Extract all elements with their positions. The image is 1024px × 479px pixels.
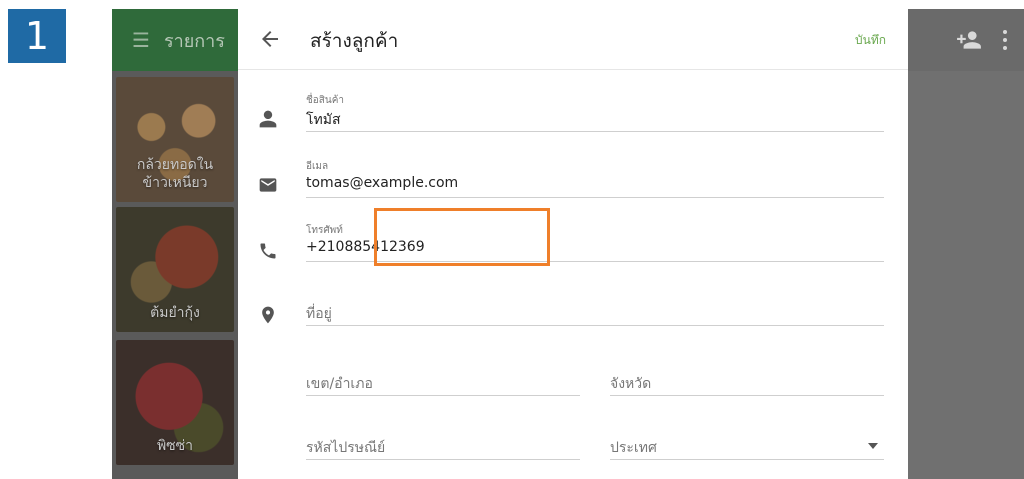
name-value[interactable]: โทมัส bbox=[306, 109, 341, 131]
person-icon bbox=[259, 110, 277, 128]
background-list: ☰ รายการ กล้วยทอดใน ข้าวเหนียว ต้มยำกุ้ง… bbox=[112, 9, 238, 479]
list-item[interactable]: ต้มยำกุ้ง bbox=[116, 207, 234, 332]
dropdown-arrow-icon[interactable] bbox=[868, 443, 878, 449]
province-underline bbox=[610, 395, 884, 396]
more-vert-icon[interactable] bbox=[1002, 29, 1008, 51]
list-item-label: กล้วยทอดใน ข้าวเหนียว bbox=[136, 157, 214, 191]
list-item[interactable]: กล้วยทอดใน ข้าวเหนียว bbox=[116, 77, 234, 202]
step-badge: 1 bbox=[8, 9, 66, 63]
arrow-left-icon[interactable] bbox=[258, 27, 282, 51]
create-customer-panel: สร้างลูกค้า บันทึก ชื่อสินค้า โทมัส อีเม… bbox=[238, 9, 908, 479]
postal-placeholder[interactable]: รหัสไปรษณีย์ bbox=[306, 437, 385, 459]
province-placeholder[interactable]: จังหวัด bbox=[610, 373, 651, 395]
list-item[interactable]: พิซซ่า bbox=[116, 340, 234, 465]
background-right-area bbox=[908, 9, 1024, 479]
address-placeholder[interactable]: ที่อยู่ bbox=[306, 303, 332, 325]
email-label: อีเมล bbox=[306, 161, 329, 172]
panel-header: สร้างลูกค้า บันทึก bbox=[238, 9, 908, 70]
country-placeholder[interactable]: ประเทศ bbox=[610, 437, 657, 459]
email-value[interactable]: tomas@example.com bbox=[306, 175, 458, 191]
app-screen: ☰ รายการ กล้วยทอดใน ข้าวเหนียว ต้มยำกุ้ง… bbox=[112, 9, 1024, 479]
phone-label: โทรศัพท์ bbox=[306, 225, 343, 236]
person-add-icon[interactable] bbox=[956, 27, 982, 53]
postal-underline bbox=[306, 459, 580, 460]
list-item-label: พิซซ่า bbox=[156, 438, 194, 454]
email-underline bbox=[306, 197, 884, 198]
name-label: ชื่อสินค้า bbox=[306, 95, 345, 106]
district-placeholder[interactable]: เขต/อำเภอ bbox=[306, 373, 373, 395]
name-underline bbox=[306, 131, 884, 132]
district-underline bbox=[306, 395, 580, 396]
location-pin-icon bbox=[262, 306, 274, 324]
page-title: สร้างลูกค้า bbox=[310, 30, 399, 52]
background-topbar: ☰ รายการ bbox=[112, 9, 238, 71]
save-button[interactable]: บันทึก bbox=[855, 31, 886, 50]
country-underline bbox=[610, 459, 884, 460]
phone-icon bbox=[260, 243, 276, 259]
phone-highlight-box bbox=[374, 208, 550, 266]
list-item-label: ต้มยำกุ้ง bbox=[150, 305, 200, 321]
address-underline bbox=[306, 325, 884, 326]
background-title: รายการ bbox=[163, 30, 225, 52]
mail-icon bbox=[259, 178, 277, 192]
menu-icon[interactable]: ☰ bbox=[132, 28, 150, 52]
